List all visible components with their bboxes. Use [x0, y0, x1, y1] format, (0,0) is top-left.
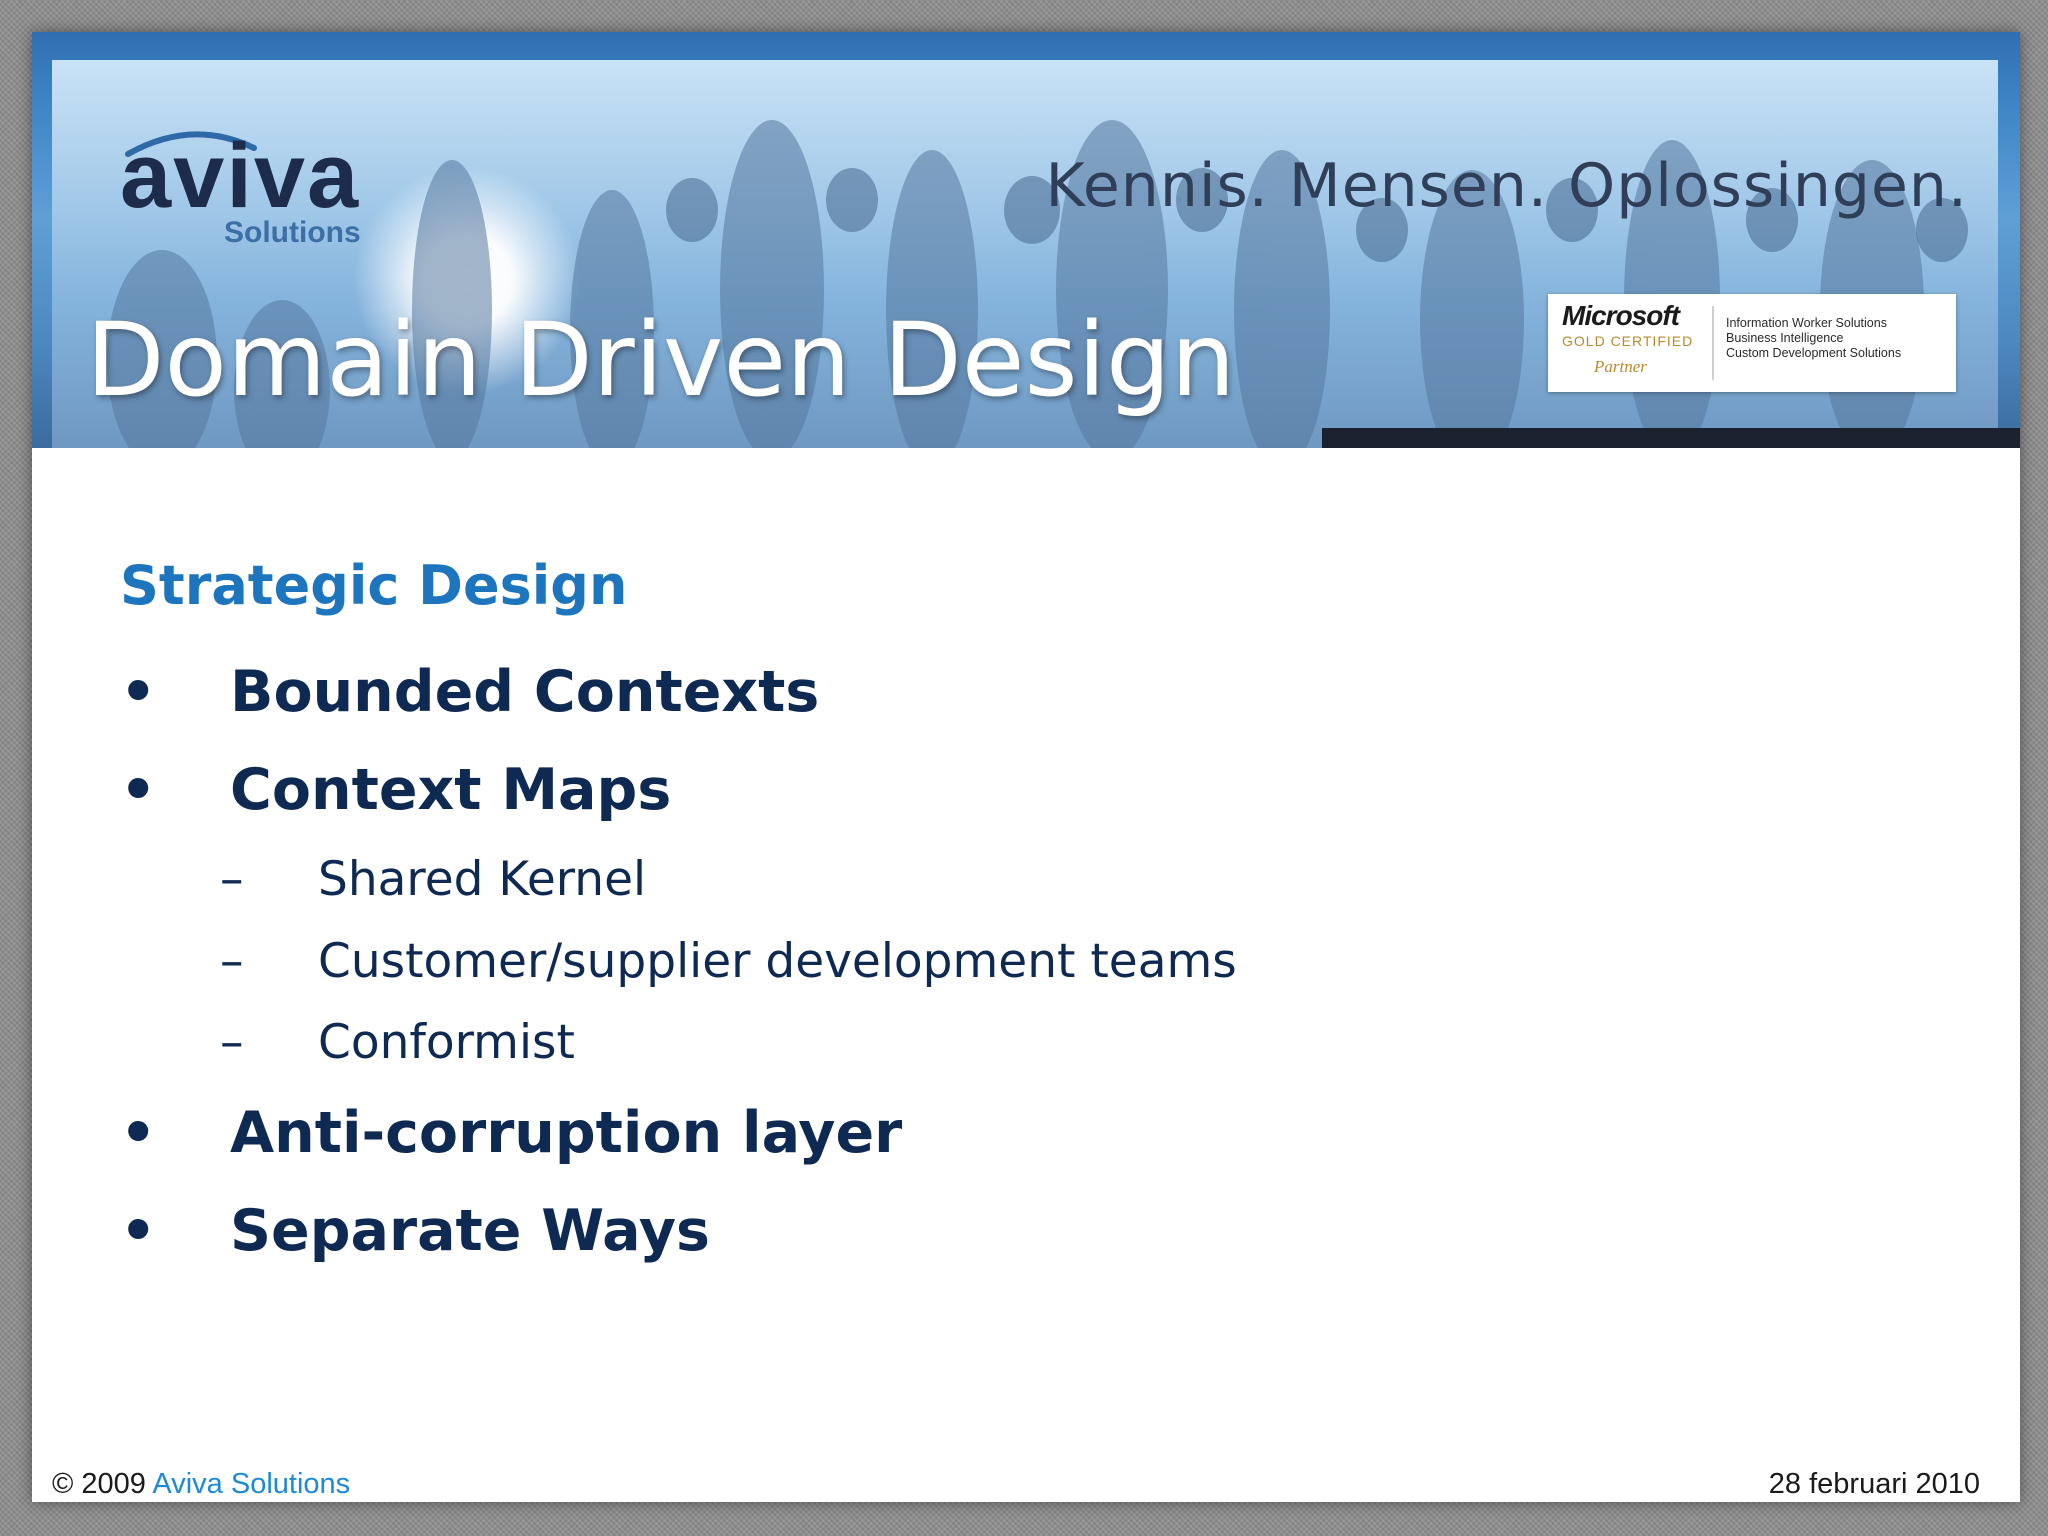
- bullet-dash-icon: –: [220, 852, 244, 907]
- bullet-dot-icon: •: [120, 757, 157, 823]
- bullet-text: Bounded Contexts: [230, 659, 820, 725]
- badge-competency: Information Worker Solutions: [1726, 316, 1887, 330]
- bullet-dash-icon: –: [220, 1015, 244, 1070]
- bullet-dash-icon: –: [220, 934, 244, 989]
- footer-date: 28 februari 2010: [1768, 1468, 1980, 1500]
- sub-bullet-text: Conformist: [318, 1015, 575, 1070]
- company-name: Aviva Solutions: [152, 1468, 351, 1500]
- tagline: Kennis. Mensen. Oplossingen.: [1045, 151, 1968, 221]
- banner-dark-strip: [1322, 428, 2020, 448]
- badge-certification: GOLD CERTIFIED: [1562, 333, 1694, 349]
- bullet-text: Context Maps: [230, 757, 672, 823]
- badge-brand: Microsoft: [1562, 300, 1680, 331]
- badge-competencies: Information Worker Solutions Business In…: [1726, 316, 1901, 361]
- badge-competency: Business Intelligence: [1726, 331, 1844, 345]
- header-banner: aviva Solutions Kennis. Mensen. Oplossin…: [32, 32, 2020, 448]
- microsoft-gold-partner-badge: Microsoft GOLD CERTIFIED Partner Informa…: [1548, 294, 1956, 392]
- badge-divider: [1712, 306, 1714, 380]
- bullet-dot-icon: •: [120, 1100, 157, 1166]
- bullet-text: Anti-corruption layer: [230, 1100, 903, 1166]
- badge-competency: Custom Development Solutions: [1726, 346, 1902, 360]
- logo-wordmark: aviva: [120, 125, 361, 227]
- slide-title: Domain Driven Design: [86, 301, 1236, 420]
- badge-partner: Partner: [1594, 357, 1647, 376]
- sub-bullet-text: Customer/supplier development teams: [318, 934, 1237, 989]
- copyright-text: © 2009: [52, 1468, 146, 1500]
- section-heading: Strategic Design: [120, 554, 628, 617]
- bullet-text: Separate Ways: [230, 1198, 710, 1264]
- logo-subtitle: Solutions: [224, 216, 361, 249]
- bullet-dot-icon: •: [120, 1198, 157, 1264]
- footer-copyright: © 2009 Aviva Solutions: [52, 1470, 350, 1499]
- bullet-dot-icon: •: [120, 659, 157, 725]
- sub-bullet-text: Shared Kernel: [318, 852, 647, 907]
- slide: aviva Solutions Kennis. Mensen. Oplossin…: [32, 32, 2020, 1502]
